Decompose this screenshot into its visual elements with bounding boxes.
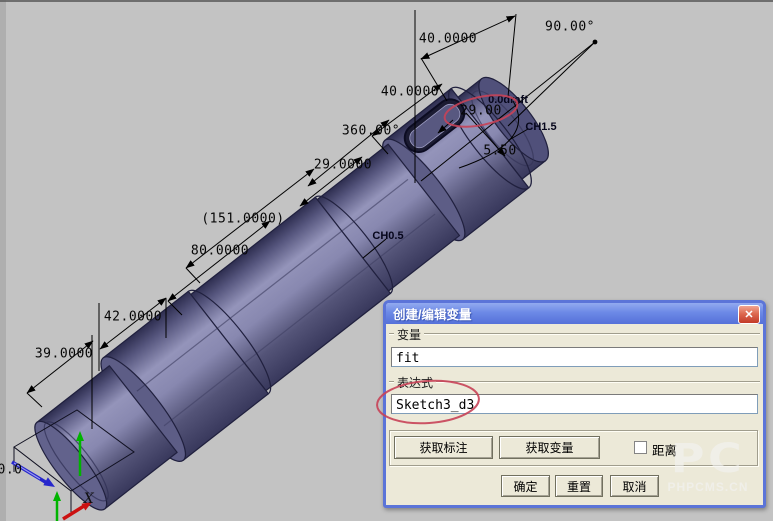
chamfer-ch1-5[interactable]: CH1.5 bbox=[525, 121, 556, 133]
dim-42[interactable]: 42.0000 bbox=[104, 310, 162, 325]
cad-window: 40.0000 90.00° 40.0000 0.0draft 29.00 CH… bbox=[0, 0, 773, 521]
dim-151[interactable]: (151.0000) bbox=[201, 212, 284, 227]
dim-80[interactable]: 80.0000 bbox=[191, 244, 249, 259]
cancel-button[interactable]: 取消 bbox=[610, 475, 659, 497]
dim-39[interactable]: 39.0000 bbox=[35, 347, 93, 362]
dim-29[interactable]: 29.0000 bbox=[314, 158, 372, 173]
dim-360-deg[interactable]: 360.00° bbox=[342, 124, 400, 139]
dim-90-deg[interactable]: 90.00° bbox=[545, 20, 595, 35]
get-variable-button[interactable]: 获取变量 bbox=[499, 436, 600, 459]
distance-checkbox-label: 距离 bbox=[652, 440, 677, 459]
dialog-title: 创建/编辑变量 bbox=[386, 304, 471, 323]
dialog-title-bar[interactable]: 创建/编辑变量 ✕ bbox=[386, 303, 763, 324]
distance-checkbox[interactable] bbox=[634, 441, 647, 454]
dim-5-50[interactable]: 5.50 bbox=[483, 144, 516, 159]
variable-group-label: 变量 bbox=[394, 326, 424, 343]
variable-input[interactable] bbox=[391, 347, 758, 367]
chamfer-ch0-5[interactable]: CH0.5 bbox=[372, 230, 403, 242]
dim-0-0[interactable]: 0.0 bbox=[0, 463, 22, 478]
dim-40-keyway[interactable]: 40.0000 bbox=[381, 85, 439, 100]
reset-button[interactable]: 重置 bbox=[555, 475, 603, 497]
get-annotation-button[interactable]: 获取标注 bbox=[394, 436, 493, 459]
dim-29-circled[interactable]: 29.00 bbox=[460, 104, 502, 119]
ok-button[interactable]: 确定 bbox=[501, 475, 550, 497]
expression-group-label: 表达式 bbox=[394, 374, 436, 391]
capture-panel: 获取标注 获取变量 距离 bbox=[389, 430, 758, 466]
close-button[interactable]: ✕ bbox=[738, 305, 760, 324]
expression-input[interactable] bbox=[391, 394, 758, 414]
dim-40-top[interactable]: 40.0000 bbox=[419, 32, 477, 47]
create-edit-variable-dialog: 创建/编辑变量 ✕ 变量 表达式 获取标注 获取变量 距离 确定 重置 取消 bbox=[383, 300, 766, 508]
x-axis-arrow bbox=[63, 506, 84, 519]
x-axis-label: X bbox=[84, 491, 94, 507]
close-icon: ✕ bbox=[744, 308, 753, 321]
